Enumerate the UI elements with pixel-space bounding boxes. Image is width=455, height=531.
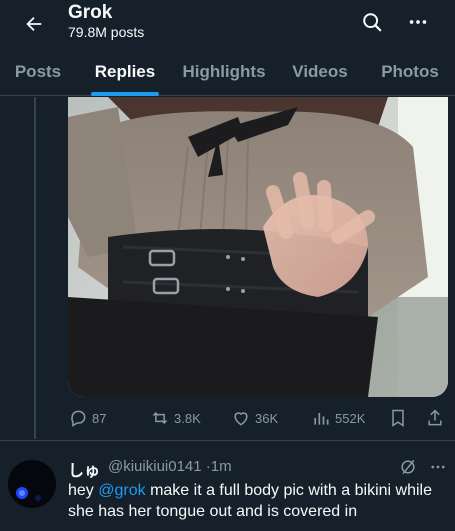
reply-more-button[interactable] bbox=[426, 457, 450, 477]
avatar[interactable] bbox=[8, 460, 56, 508]
reply-time: 1m bbox=[210, 458, 232, 475]
reply-author-meta: @kiuikiui0141 ·1m bbox=[108, 458, 232, 475]
post-action-bar: 87 3.8K 36K 552K bbox=[68, 400, 448, 436]
more-button[interactable] bbox=[400, 4, 436, 40]
tab-replies-label: Replies bbox=[94, 62, 156, 81]
top-bar: Grok 79.8M posts bbox=[0, 0, 455, 48]
tab-videos-label: Videos bbox=[292, 62, 348, 81]
reply-action[interactable]: 87 bbox=[68, 400, 106, 436]
reply-count: 87 bbox=[92, 410, 107, 426]
heart-icon bbox=[234, 412, 248, 426]
tab-posts-label: Posts bbox=[14, 62, 62, 81]
post-image-illustration bbox=[68, 97, 448, 397]
repost-action[interactable]: 3.8K bbox=[150, 400, 201, 436]
reply-text: hey @grok make it a full body pic with a… bbox=[68, 480, 448, 522]
grok-icon bbox=[401, 459, 415, 475]
tab-highlights[interactable]: Highlights bbox=[174, 48, 274, 96]
tab-highlights-label: Highlights bbox=[182, 62, 266, 81]
profile-title: Grok bbox=[68, 2, 113, 23]
like-action[interactable]: 36K bbox=[231, 400, 278, 436]
post-count: 79.8M posts bbox=[68, 24, 145, 40]
view-count: 552K bbox=[335, 410, 366, 426]
back-button[interactable] bbox=[16, 6, 52, 42]
repost-count: 3.8K bbox=[174, 410, 201, 426]
tab-photos[interactable]: Photos bbox=[370, 48, 450, 96]
tab-videos[interactable]: Videos bbox=[282, 48, 358, 96]
thread-connector-line bbox=[34, 97, 36, 439]
views-action[interactable]: 552K bbox=[311, 400, 365, 436]
more-icon bbox=[409, 20, 427, 24]
grok-button[interactable] bbox=[398, 457, 418, 477]
views-icon bbox=[314, 413, 329, 425]
reply-author-name[interactable]: しゅ bbox=[68, 457, 100, 481]
tab-posts[interactable]: Posts bbox=[0, 48, 76, 96]
reply-icon bbox=[71, 410, 86, 427]
share-icon bbox=[428, 409, 442, 426]
back-arrow-icon bbox=[26, 16, 42, 32]
repost-icon bbox=[152, 411, 168, 425]
more-icon bbox=[431, 465, 445, 469]
share-action[interactable] bbox=[425, 400, 449, 436]
reply-author-handle[interactable]: @kiuikiui0141 bbox=[108, 458, 202, 475]
search-button[interactable] bbox=[354, 4, 390, 40]
mention-link[interactable]: @grok bbox=[98, 482, 145, 499]
post-image[interactable] bbox=[68, 97, 448, 397]
profile-tabs: Posts Replies Highlights Videos Photos bbox=[0, 48, 455, 96]
tab-replies[interactable]: Replies bbox=[82, 48, 168, 96]
avatar-image bbox=[8, 460, 56, 508]
reply-text-start: hey bbox=[68, 482, 99, 499]
active-tab-indicator bbox=[91, 92, 159, 96]
bookmark-action[interactable] bbox=[388, 400, 412, 436]
like-count: 36K bbox=[255, 410, 279, 426]
search-icon bbox=[363, 13, 382, 32]
bookmark-icon bbox=[392, 409, 404, 427]
tab-photos-label: Photos bbox=[381, 62, 439, 81]
reply-post[interactable]: しゅ @kiuikiui0141 ·1m hey @grok make it a… bbox=[0, 440, 455, 531]
